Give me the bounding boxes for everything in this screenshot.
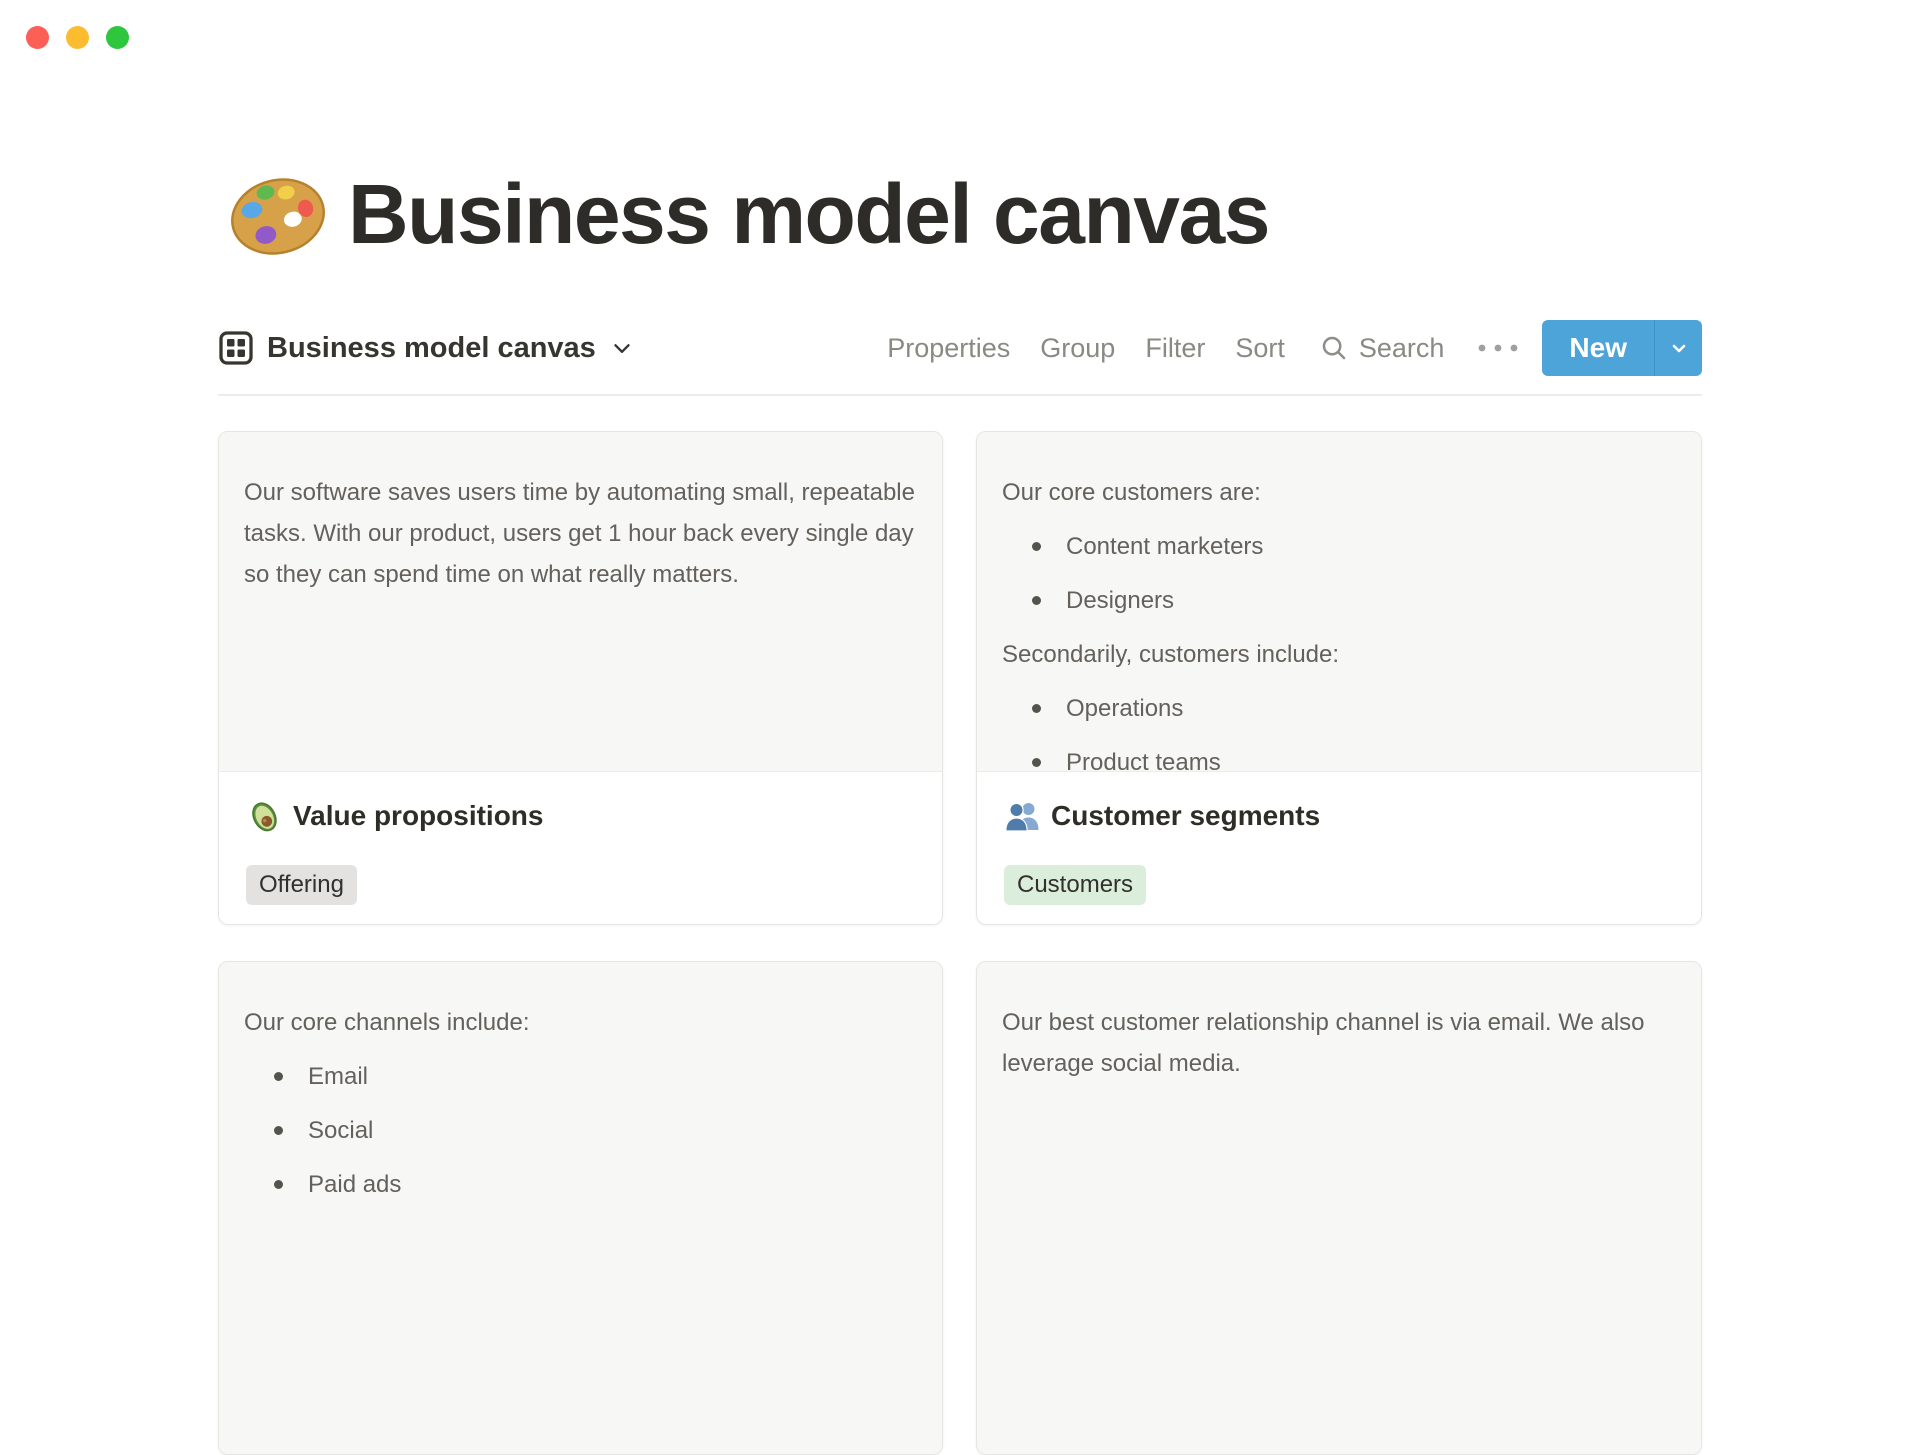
card-footer: Customer segments Customers (977, 772, 1701, 905)
busts-emoji (1005, 802, 1039, 832)
card-customer-segments[interactable]: Our core customers are: Content marketers… (976, 431, 1702, 925)
bullet-dot (274, 1072, 283, 1081)
avocado-emoji (252, 802, 277, 832)
card-channels[interactable]: Our core channels include: Email Social Pai… (218, 961, 943, 1455)
tag-offering: Offering (246, 865, 357, 905)
bullet-text: Designers (1066, 587, 1175, 614)
chevron-down-icon (1672, 344, 1685, 353)
preview-paragraph: Our software saves users time by automat… (244, 479, 915, 588)
sort-button[interactable]: Sort (1235, 333, 1285, 364)
card-footer: Value propositions Offering (219, 772, 942, 905)
page-header: Business model canvas (228, 166, 1270, 262)
window-controls (26, 26, 129, 49)
preview-paragraph: Our best customer relationship channel i… (1002, 1009, 1645, 1077)
bullet-dot (274, 1180, 283, 1189)
new-button[interactable]: New (1542, 320, 1654, 376)
search-label: Search (1358, 332, 1445, 363)
preview-paragraph: Secondarily, customers include: (1002, 641, 1340, 668)
view-switcher-label: Business model canvas (267, 331, 596, 364)
bullet-text: Email (308, 1063, 369, 1090)
bullet-dot (1032, 758, 1041, 767)
preview-bullet-item: Email (244, 1056, 917, 1097)
bullet-text: Content marketers (1066, 533, 1264, 560)
chevron-down-icon (614, 344, 630, 353)
bullet-text: Paid ads (308, 1171, 402, 1198)
preview-bullet-item: Content marketers (1002, 526, 1676, 567)
new-dropdown-button[interactable] (1654, 320, 1702, 376)
preview-bullet-item: Social (244, 1110, 917, 1151)
ellipsis-icon (1479, 344, 1518, 352)
card-title: Customer segments (1051, 800, 1321, 831)
card-customer-relationships[interactable]: Our best customer relationship channel i… (976, 961, 1702, 1455)
filter-button[interactable]: Filter (1145, 333, 1205, 364)
preview-paragraph: Our core customers are: (1002, 479, 1261, 506)
bullet-dot (1032, 704, 1041, 713)
tag-customers: Customers (1004, 865, 1147, 905)
card-preview: Our software saves users time by automat… (219, 432, 942, 772)
bullet-text: Product teams (1066, 749, 1221, 772)
card-title: Value propositions (293, 800, 544, 831)
preview-bullet-item: Product teams (1002, 742, 1676, 772)
gallery-view: Our software saves users time by automat… (218, 431, 1702, 1455)
new-button-group: New (1542, 320, 1702, 376)
bullet-text: Social (308, 1117, 374, 1144)
view-toolbar: Business model canvas Properties Group F… (218, 320, 1702, 376)
search-icon (1322, 336, 1346, 360)
bullet-dot (1032, 542, 1041, 551)
close-window-button[interactable] (26, 26, 49, 49)
view-switcher[interactable]: Business model canvas (218, 330, 635, 366)
palette-emoji (231, 178, 325, 255)
zoom-window-button[interactable] (106, 26, 129, 49)
bullet-dot (1032, 596, 1041, 605)
more-options-button[interactable] (1476, 342, 1520, 354)
group-button[interactable]: Group (1040, 333, 1115, 364)
preview-bullet-item: Paid ads (244, 1164, 917, 1205)
bullet-text: Operations (1066, 695, 1184, 722)
minimize-window-button[interactable] (66, 26, 89, 49)
gallery-view-icon (219, 331, 253, 365)
preview-bullet-item: Designers (1002, 580, 1676, 621)
preview-bullet-item: Operations (1002, 688, 1676, 729)
preview-paragraph: Our core channels include: (244, 1009, 530, 1036)
card-preview: Our core customers are: Content marketers… (977, 432, 1701, 772)
toolbar-divider (218, 394, 1702, 396)
properties-button[interactable]: Properties (887, 333, 1010, 364)
page-title: Business model canvas (348, 166, 1270, 261)
toolbar-actions: Properties Group Filter Sort Search New (887, 320, 1702, 376)
search-button[interactable]: Search (1319, 332, 1445, 364)
bullet-dot (274, 1126, 283, 1135)
card-preview: Our core channels include: Email Social Pai… (219, 962, 942, 1454)
card-preview: Our best customer relationship channel i… (977, 962, 1701, 1454)
card-value-propositions[interactable]: Our software saves users time by automat… (218, 431, 943, 925)
